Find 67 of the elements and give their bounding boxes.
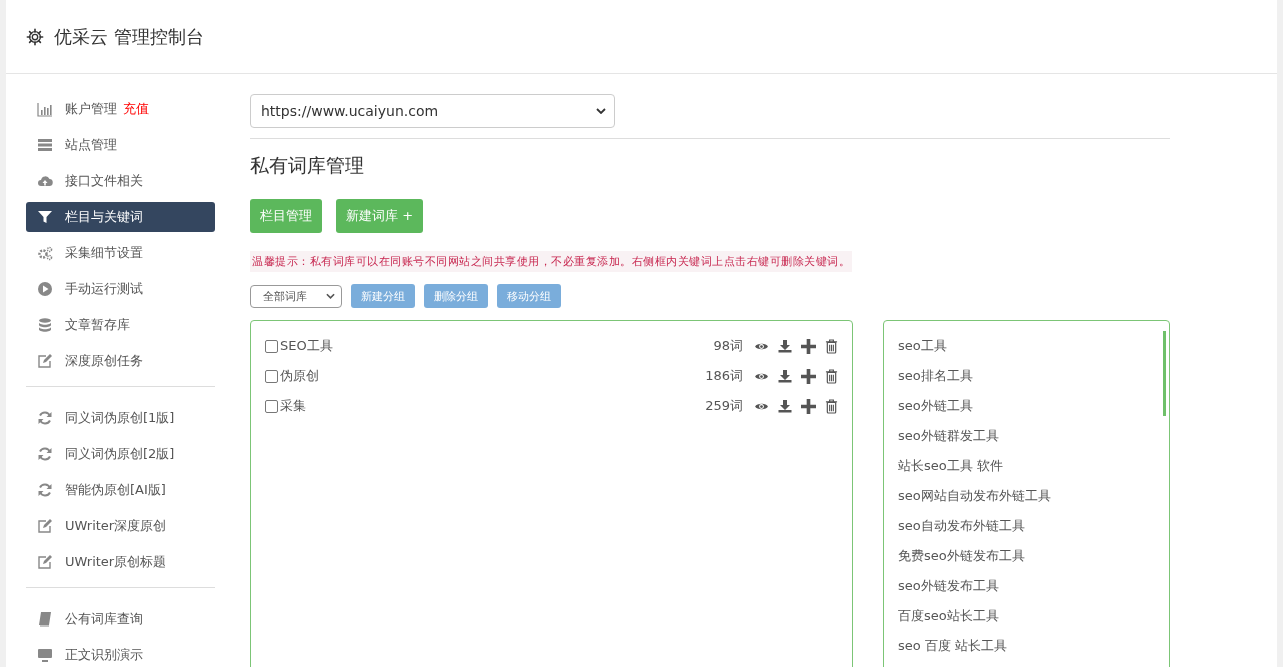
keyword-item[interactable]: seo外链发布工具	[898, 571, 1155, 601]
site-select[interactable]: https://www.ucaiyun.com	[250, 94, 615, 128]
sidebar-item[interactable]: 文章暂存库	[26, 310, 215, 340]
refresh-icon	[37, 482, 53, 498]
keyword-item[interactable]: seo外链群发工具	[898, 421, 1155, 451]
sidebar-item[interactable]: 栏目与关键词	[26, 202, 215, 232]
edit-icon	[37, 353, 53, 369]
cloud-upload-icon	[37, 173, 53, 189]
sidebar-item[interactable]: 手动运行测试	[26, 274, 215, 304]
checkbox[interactable]	[265, 339, 278, 353]
monitor-icon	[37, 647, 53, 663]
settings-icon	[26, 27, 44, 46]
keyword-item[interactable]: seo外链工具	[898, 391, 1155, 421]
filter-icon	[37, 209, 53, 225]
download-icon[interactable]	[778, 399, 792, 413]
header-title: 优采云 管理控制台	[54, 24, 204, 49]
library-name[interactable]: 采集	[280, 397, 697, 415]
library-name[interactable]: 伪原创	[280, 367, 697, 385]
keyword-item[interactable]: 免费seo外链发布工具	[898, 541, 1155, 571]
sidebar-item[interactable]: 接口文件相关	[26, 166, 215, 196]
sidebar-item[interactable]: 正文识别演示	[26, 640, 215, 667]
group-select[interactable]: 全部词库	[250, 284, 342, 308]
sidebar-item[interactable]: 账户管理 充值	[26, 94, 215, 124]
sidebar-item[interactable]: 同义词伪原创[1版]	[26, 403, 215, 433]
keyword-item[interactable]: seo网站自动发布外链工具	[898, 481, 1155, 511]
bar-chart-icon	[37, 101, 53, 117]
chevron-down-icon	[326, 293, 335, 299]
edit-icon	[37, 518, 53, 534]
refresh-icon	[37, 410, 53, 426]
sidebar-item[interactable]: UWriter原创标题	[26, 547, 215, 577]
checkbox[interactable]	[265, 369, 278, 383]
checkbox[interactable]	[265, 399, 278, 413]
keyword-item[interactable]: seo 百度 站长工具	[898, 631, 1155, 661]
keyword-item[interactable]: seo排名工具	[898, 361, 1155, 391]
keyword-item[interactable]: seo工具	[898, 331, 1155, 361]
sidebar-item[interactable]: 采集细节设置	[26, 238, 215, 268]
library-name[interactable]: SEO工具	[280, 337, 705, 355]
refresh-icon	[37, 446, 53, 462]
keyword-item[interactable]: seo自动发布外链工具	[898, 511, 1155, 541]
page-title: 私有词库管理	[250, 153, 365, 178]
plus-icon[interactable]	[801, 338, 816, 354]
edit-icon	[37, 554, 53, 570]
chevron-down-icon	[596, 108, 606, 114]
book-icon	[37, 611, 53, 627]
download-icon[interactable]	[778, 339, 792, 353]
keyword-item[interactable]: 站长seo工具 软件	[898, 451, 1155, 481]
sidebar-item[interactable]: 深度原创任务	[26, 346, 215, 376]
trash-icon[interactable]	[825, 368, 838, 384]
plus-icon[interactable]	[801, 398, 816, 414]
word-count: 98词	[713, 337, 743, 355]
sidebar-item[interactable]: UWriter深度原创	[26, 511, 215, 541]
word-count: 186词	[705, 367, 743, 385]
keyword-item[interactable]: 百度seo站长工具	[898, 601, 1155, 631]
word-count: 259词	[705, 397, 743, 415]
play-icon	[37, 281, 53, 297]
server-icon	[37, 137, 53, 153]
plus-icon[interactable]	[801, 368, 816, 384]
download-icon[interactable]	[778, 369, 792, 383]
database-icon	[37, 317, 53, 333]
sidebar-item[interactable]: 公有词库查询	[26, 604, 215, 634]
sidebar-item[interactable]: 智能伪原创[AI版]	[26, 475, 215, 505]
notice-text: 温馨提示：私有词库可以在同账号不同网站之间共享使用，不必重复添加。右侧框内关键词上点击右键可删除关键词。	[250, 251, 852, 272]
sidebar-item[interactable]: 同义词伪原创[2版]	[26, 439, 215, 469]
trash-icon[interactable]	[825, 338, 838, 354]
trash-icon[interactable]	[825, 398, 838, 414]
recharge-link[interactable]: 充值	[123, 100, 149, 118]
sidebar-item[interactable]: 站点管理	[26, 130, 215, 160]
